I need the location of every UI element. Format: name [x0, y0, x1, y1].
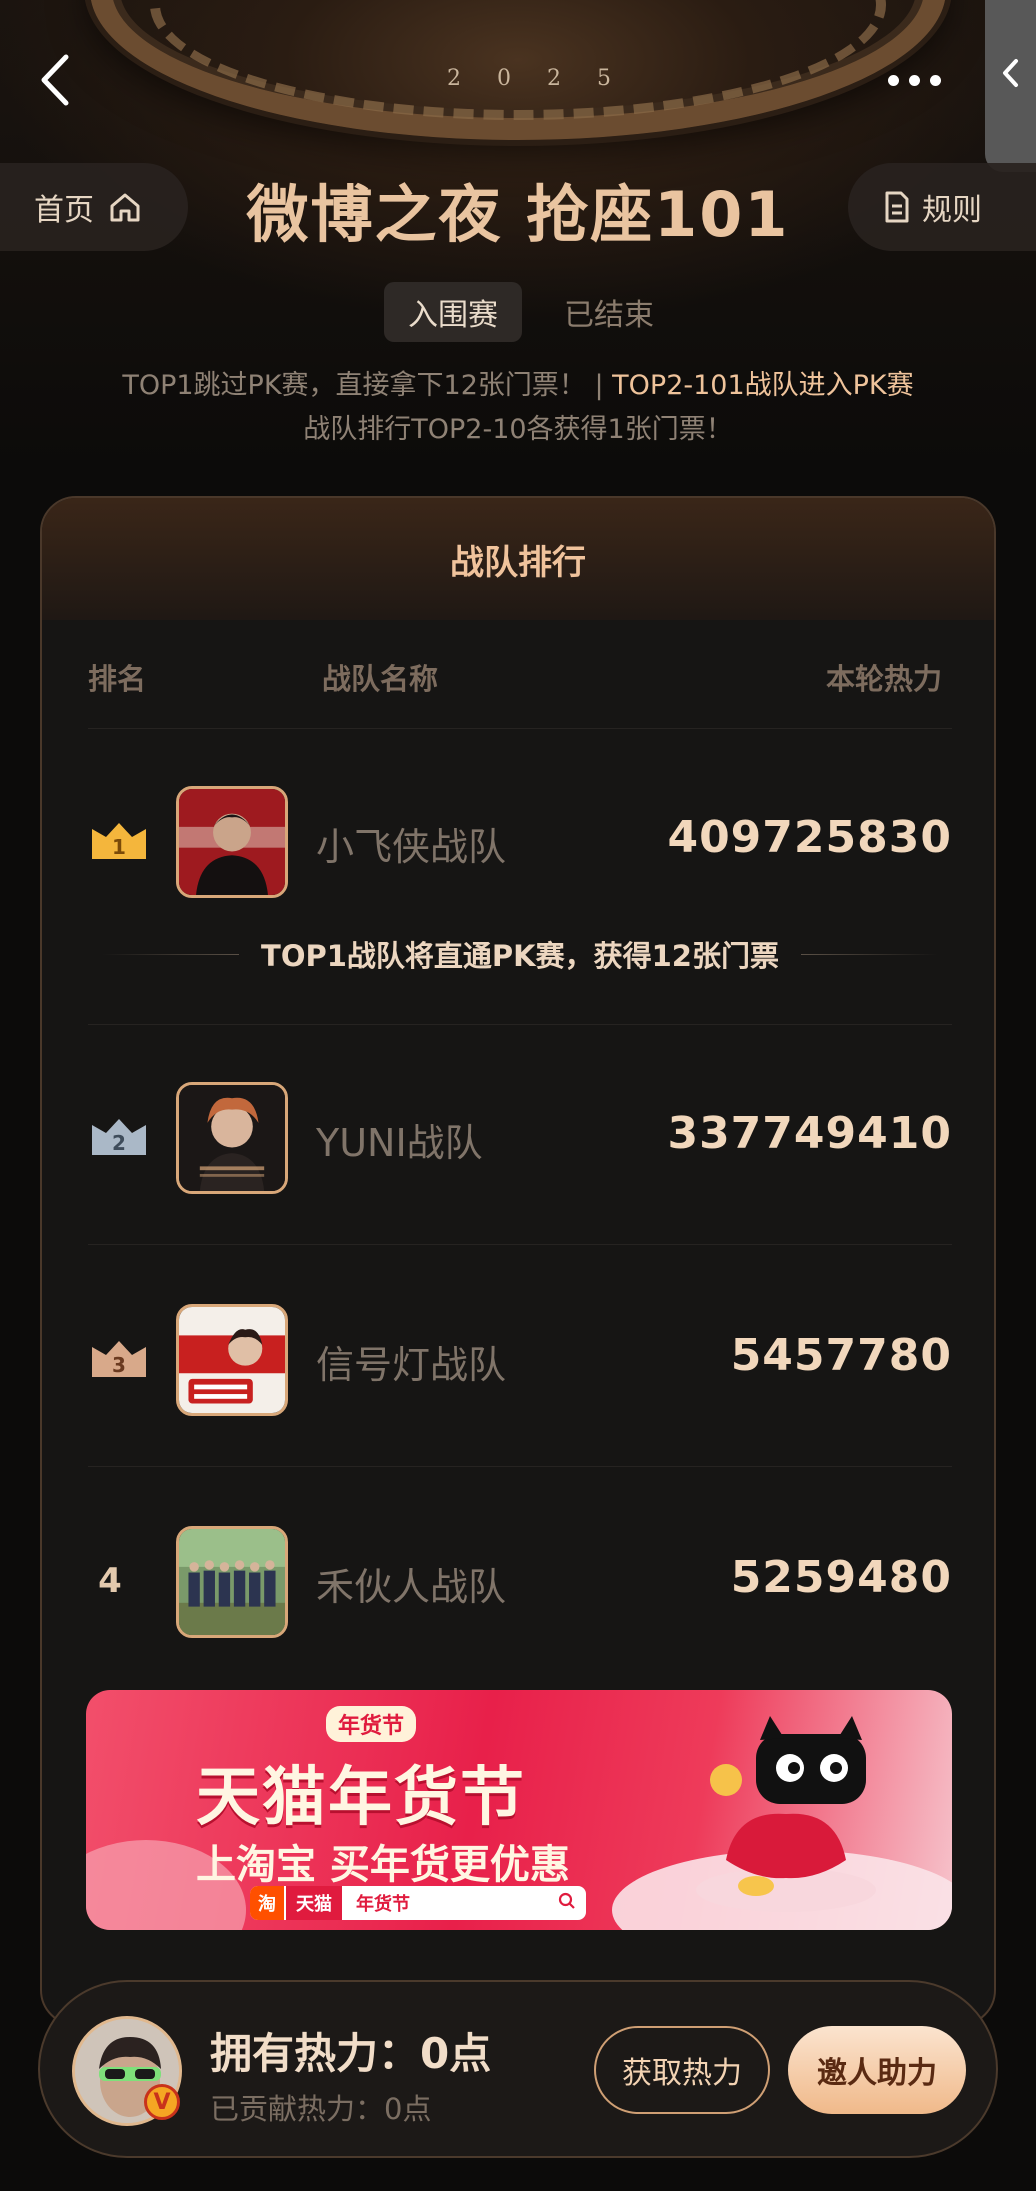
ranking-card: 战队排行 排名 战队名称 本轮热力 1 小飞侠战队 409725830 TOP1… — [40, 496, 996, 2026]
back-button[interactable] — [30, 50, 80, 110]
rules-button[interactable]: 规则 — [848, 163, 1036, 251]
page-title: 微博之夜 抢座101 — [246, 178, 790, 251]
team-avatar-art — [179, 789, 285, 895]
team-avatar — [176, 786, 288, 898]
top1-note: TOP1战队将直通PK赛，获得12张门票 — [102, 932, 939, 976]
get-heat-button[interactable]: 获取热力 — [594, 2026, 770, 2114]
stage-tabs: 入围赛 已结束 — [384, 282, 678, 342]
home-icon — [110, 193, 140, 222]
note-line-left — [102, 953, 240, 955]
ad-search-keyword: 年货节 — [356, 1894, 410, 1915]
divider — [88, 1244, 952, 1245]
rules-notice: TOP1跳过PK赛，直接拿下12张门票！ | TOP2-101战队进入PK赛 战… — [0, 364, 1036, 452]
ad-search-bar: 淘 天猫 年货节 — [250, 1886, 586, 1920]
notice-highlight: TOP2-101战队进入PK赛 — [612, 370, 914, 401]
more-options-button[interactable] — [888, 70, 968, 90]
dot-icon — [888, 74, 899, 86]
notice-line-1: TOP1跳过PK赛，直接拿下12张门票！ | TOP2-101战队进入PK赛 — [0, 364, 1036, 408]
team-avatar — [176, 1526, 288, 1638]
team-name: 禾伙人战队 — [316, 1565, 507, 1609]
divider — [88, 1024, 952, 1025]
rank-number: 4 — [98, 1561, 122, 1601]
home-label: 首页 — [34, 193, 94, 228]
divider — [88, 1466, 952, 1467]
document-icon — [885, 191, 909, 223]
team-name: 信号灯战队 — [316, 1343, 507, 1387]
ranking-title: 战队排行 — [42, 498, 994, 620]
column-team: 战队名称 — [322, 662, 439, 696]
own-heat-label: 拥有热力：0点 — [210, 2029, 492, 2078]
tmall-logo: 天猫 — [286, 1886, 342, 1920]
column-heat: 本轮热力 — [825, 662, 942, 696]
table-header: 排名 战队名称 本轮热力 — [42, 648, 994, 708]
ad-banner[interactable]: 年货节 天猫年货节 上淘宝 买年货更优惠 淘 天猫 年货节 — [86, 1690, 952, 1930]
rules-label: 规则 — [922, 193, 982, 228]
year-digit: 0 — [497, 66, 513, 91]
chevron-left-icon — [41, 54, 69, 106]
column-rank: 排名 — [88, 662, 147, 696]
dot-icon — [930, 74, 941, 86]
crown-silver-icon: 2 — [90, 1114, 148, 1158]
rank-number: 2 — [112, 1131, 126, 1155]
verified-badge-icon: V — [144, 2084, 180, 2120]
team-avatar-art — [179, 1085, 285, 1191]
team-avatar — [176, 1082, 288, 1194]
table-row[interactable]: 3 信号灯战队 5457780 — [42, 1284, 994, 1434]
divider — [88, 728, 952, 729]
notice-text: TOP1跳过PK赛，直接拿下12张门票！ | — [122, 370, 604, 401]
notice-line-2: 战队排行TOP2-10各获得1张门票！ — [303, 414, 733, 445]
invite-help-button[interactable]: 邀人助力 — [788, 2026, 966, 2114]
ad-tag: 年货节 — [326, 1706, 417, 1742]
crown-bronze-icon: 3 — [90, 1336, 148, 1380]
table-row[interactable]: 4 禾伙人战队 5259480 — [42, 1506, 994, 1656]
search-icon — [558, 1892, 586, 1915]
ad-subtitle: 上淘宝 买年货更优惠 — [196, 1842, 570, 1888]
rank-number: 3 — [112, 1353, 126, 1377]
chevron-left-icon — [1002, 59, 1018, 87]
table-row[interactable]: 2 YUNI战队 337749410 — [42, 1062, 994, 1212]
team-heat: 337749410 — [667, 1108, 952, 1159]
dot-icon — [909, 74, 920, 86]
year-digit: 5 — [597, 66, 613, 91]
tab-qualifier[interactable]: 入围赛 — [384, 282, 522, 342]
year-display: 2 0 2 5 — [440, 66, 620, 91]
team-name: YUNI战队 — [316, 1121, 483, 1165]
ad-title: 天猫年货节 — [196, 1761, 526, 1835]
note-line-right — [800, 953, 939, 955]
team-avatar-art — [179, 1529, 285, 1635]
tmall-cat-mascot-icon — [696, 1716, 876, 1912]
team-avatar — [176, 1304, 288, 1416]
team-heat: 409725830 — [667, 812, 952, 863]
crown-gold-icon: 1 — [90, 818, 148, 862]
table-row[interactable]: 1 小飞侠战队 409725830 — [42, 766, 994, 916]
side-drawer-tab[interactable] — [985, 0, 1036, 172]
home-button[interactable]: 首页 — [0, 163, 188, 251]
team-name: 小飞侠战队 — [316, 825, 507, 869]
contributed-heat-label: 已贡献热力：0点 — [210, 2092, 432, 2126]
rank-number: 1 — [112, 835, 126, 859]
bottom-action-bar: V 拥有热力：0点 已贡献热力：0点 获取热力 邀人助力 — [38, 1980, 998, 2158]
team-heat: 5259480 — [730, 1552, 952, 1603]
team-avatar-art — [179, 1307, 285, 1413]
tab-ended[interactable]: 已结束 — [540, 282, 678, 342]
year-digit: 2 — [547, 66, 563, 91]
taobao-logo: 淘 — [250, 1886, 284, 1920]
year-digit: 2 — [447, 66, 463, 91]
top1-note-text: TOP1战队将直通PK赛，获得12张门票 — [261, 939, 779, 973]
team-heat: 5457780 — [730, 1330, 952, 1381]
